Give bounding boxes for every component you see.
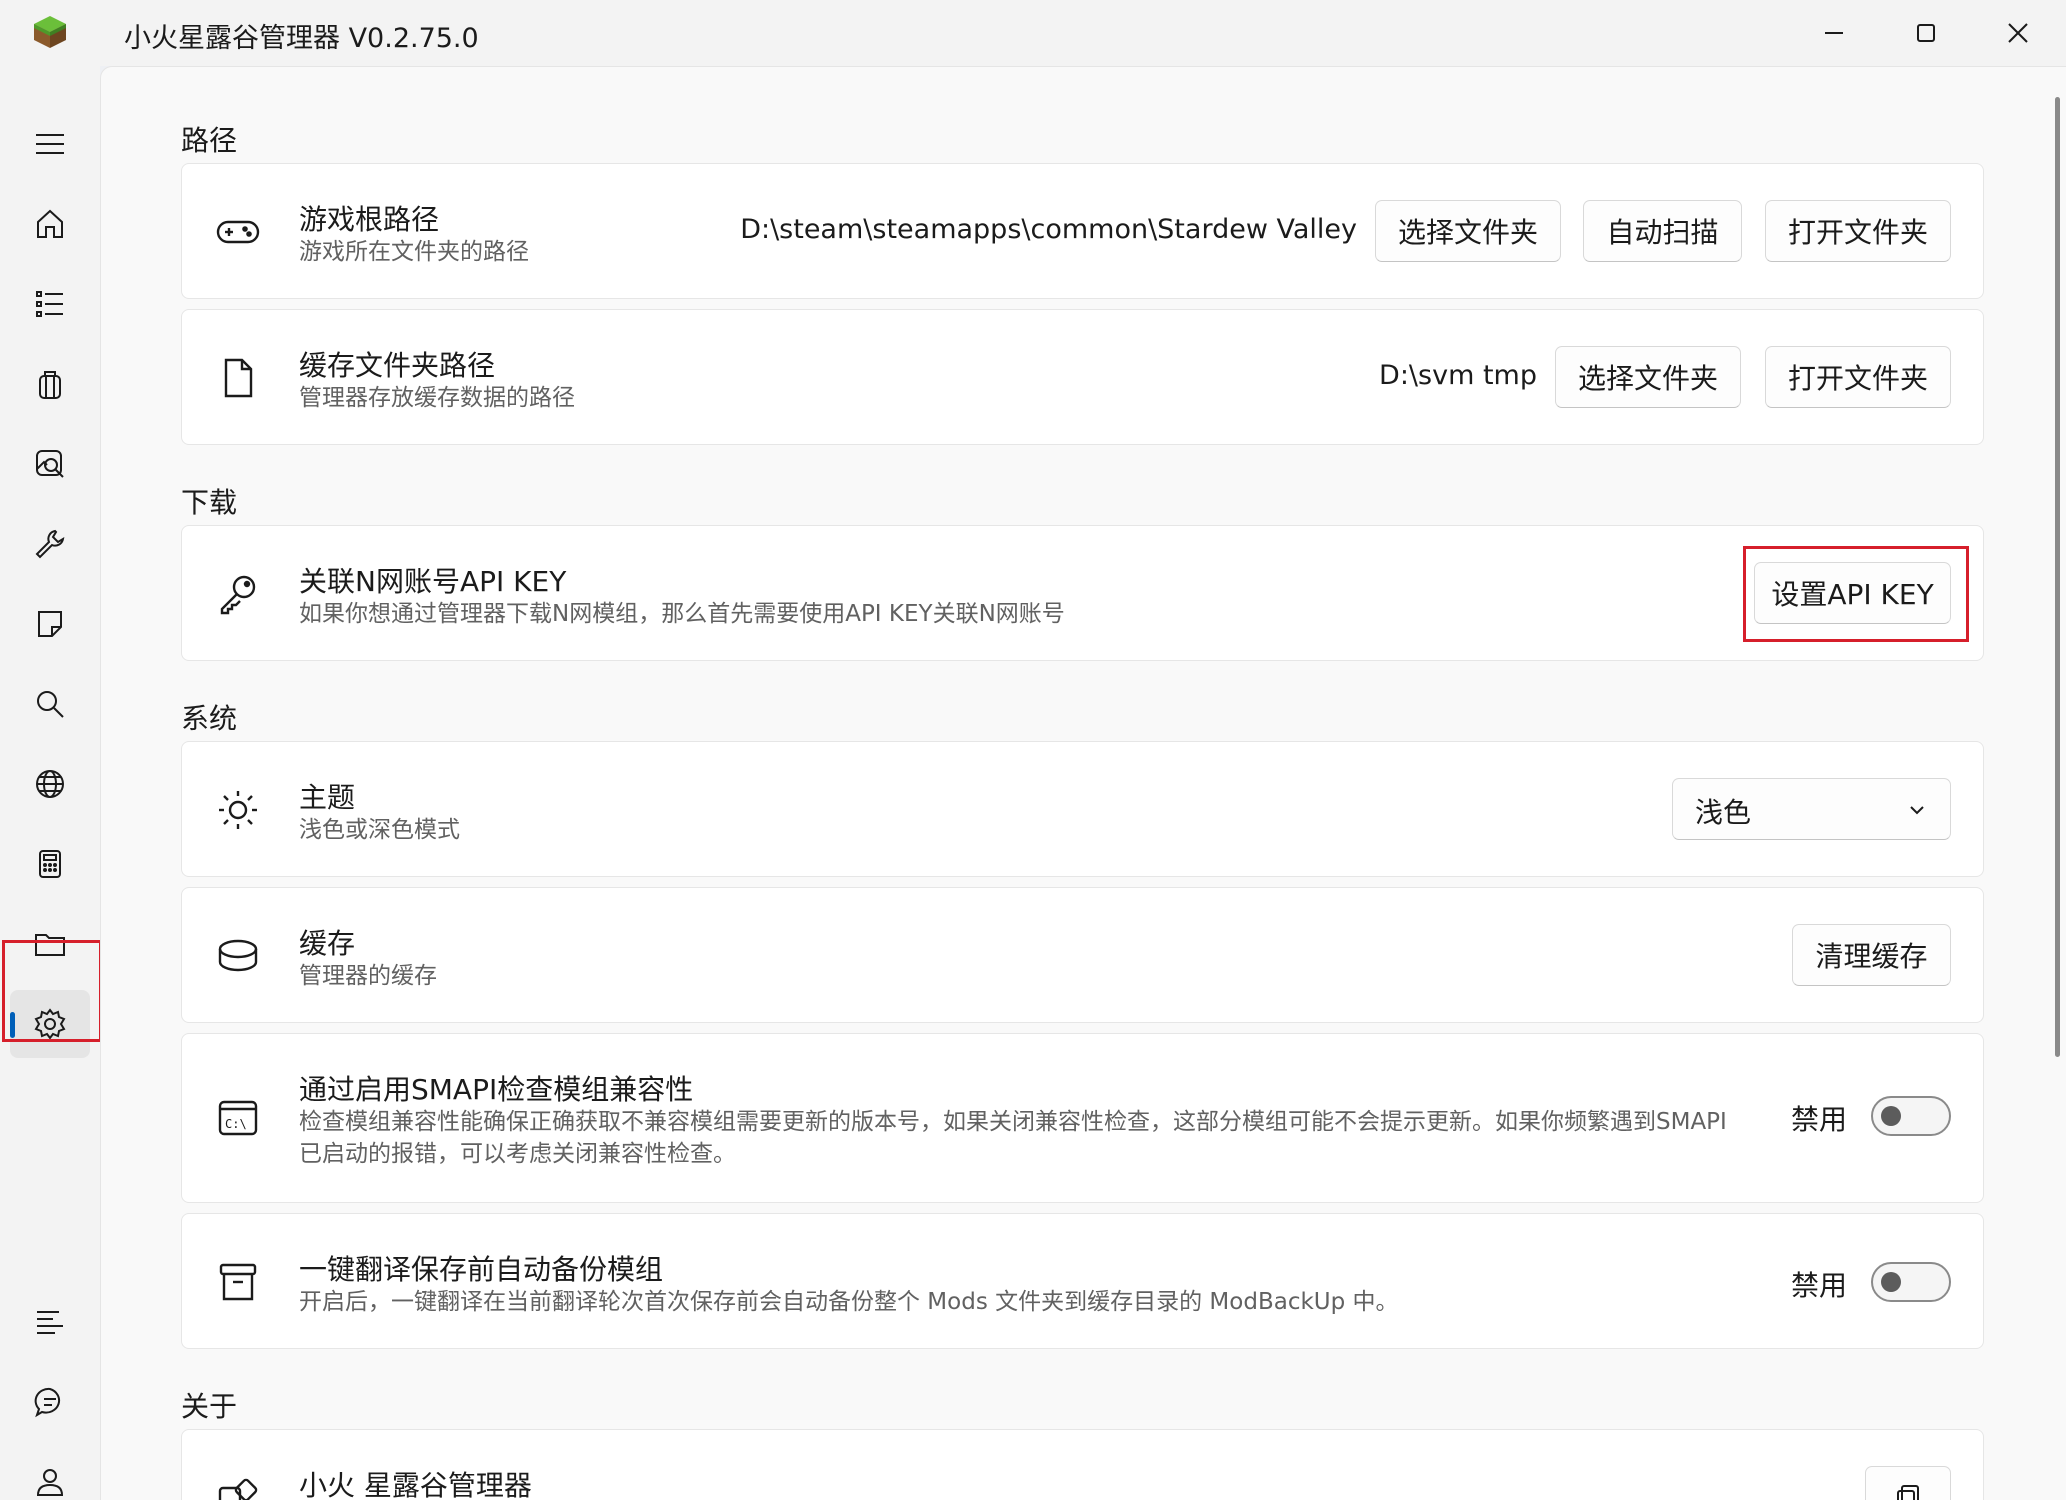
card-title: 主题: [299, 781, 356, 814]
game-root-path-value: D:\steam\steamapps\common\Stardew Valley: [740, 214, 1357, 245]
sidebar-menu-toggle[interactable]: [10, 110, 90, 178]
sidebar-item-search[interactable]: [10, 670, 90, 738]
close-icon: [2008, 23, 2028, 43]
card-api-key: 关联N网账号API KEY 如果你想通过管理器下载N网模组，那么首先需要使用AP…: [181, 525, 1984, 661]
close-button[interactable]: [1972, 0, 2064, 66]
card-cache-folder-path: 缓存文件夹路径 管理器存放缓存数据的路径 D:\svm tmp 选择文件夹 打开…: [181, 309, 1984, 445]
chat-icon: [34, 1387, 61, 1418]
theme-dropdown[interactable]: 浅色: [1672, 778, 1951, 840]
card-description: 管理器存放缓存数据的路径: [299, 385, 575, 411]
card-description: 检查模组兼容性能确保正确获取不兼容模组需要更新的版本号，如果关闭兼容性检查，这部…: [299, 1109, 1727, 1167]
home-icon: [37, 209, 63, 238]
toggle-knob: [1881, 1106, 1901, 1126]
settings-highlight-box: [2, 940, 102, 1042]
select-folder-button[interactable]: 选择文件夹: [1555, 346, 1741, 408]
search-icon: [37, 691, 64, 718]
card-title: 缓存文件夹路径: [299, 349, 496, 382]
section-title-download: 下载: [181, 486, 238, 519]
sidebar-item-home[interactable]: [10, 190, 90, 258]
section-title-system: 系统: [181, 702, 238, 735]
card-title: 通过启用SMAPI检查模组兼容性: [299, 1073, 694, 1106]
gamepad-icon: [216, 220, 260, 244]
file-icon: [224, 358, 253, 398]
backpack-icon: [39, 371, 61, 399]
list-icon: [36, 291, 63, 317]
sidebar: [0, 66, 102, 1500]
card-description: 如果你想通过管理器下载N网模组，那么首先需要使用API KEY关联N网账号: [299, 601, 1065, 627]
clear-cache-button[interactable]: 清理缓存: [1792, 924, 1951, 986]
scrollbar[interactable]: [2055, 97, 2060, 1057]
theme-selected-value: 浅色: [1695, 796, 1752, 829]
maximize-button[interactable]: [1880, 0, 1972, 66]
card-game-root-path: 游戏根路径 游戏所在文件夹的路径 D:\steam\steamapps\comm…: [181, 163, 1984, 299]
api-key-highlight-box: [1743, 546, 1969, 642]
toggle-state-label: 禁用: [1791, 1103, 1848, 1136]
sidebar-item-backpack[interactable]: [10, 350, 90, 418]
minimize-button[interactable]: [1788, 0, 1880, 66]
sun-icon: [219, 791, 257, 829]
card-description: 浅色或深色模式: [299, 817, 460, 843]
minimize-icon: [1825, 32, 1843, 34]
toggle-knob: [1881, 1272, 1901, 1292]
card-description: 开启后，一键翻译在当前翻译轮次首次保存前会自动备份整个 Mods 文件夹到缓存目…: [299, 1289, 1399, 1315]
sidebar-item-tools[interactable]: [10, 510, 90, 578]
maximize-icon: [1917, 24, 1935, 42]
app-badge-icon: [218, 1478, 258, 1500]
select-folder-button[interactable]: 选择文件夹: [1375, 200, 1561, 262]
card-title: 关联N网账号API KEY: [299, 565, 567, 598]
auto-scan-button[interactable]: 自动扫描: [1583, 200, 1742, 262]
sidebar-item-list[interactable]: [10, 270, 90, 338]
copy-icon: [1897, 1485, 1919, 1500]
sidebar-item-log[interactable]: [10, 1288, 90, 1356]
log-list-icon: [37, 1311, 63, 1334]
cache-folder-path-value: D:\svm tmp: [1379, 360, 1537, 391]
menu-icon: [36, 134, 64, 154]
card-description: 游戏所在文件夹的路径: [299, 239, 529, 265]
card-cache: 缓存 管理器的缓存 清理缓存: [181, 887, 1984, 1023]
card-about-app: 小火 星露谷管理器: [181, 1429, 1984, 1500]
database-icon: [218, 939, 258, 972]
sidebar-item-globe[interactable]: [10, 750, 90, 818]
svg-text:C:\: C:\: [225, 1117, 247, 1131]
archive-icon: [219, 1263, 257, 1301]
sidebar-item-image-search[interactable]: [10, 430, 90, 498]
sidebar-item-calculator[interactable]: [10, 830, 90, 898]
title-bar: 小火星露谷管理器 V0.2.75.0: [0, 0, 2066, 66]
sidebar-item-account[interactable]: [10, 1448, 90, 1500]
settings-page: 路径 游戏根路径 游戏所在文件夹的路径 D:\steam\steamapps\c…: [100, 66, 2066, 1500]
chevron-down-icon: [1910, 806, 1924, 815]
sidebar-item-feedback[interactable]: [10, 1368, 90, 1436]
user-icon: [36, 1469, 64, 1496]
window-title: 小火星露谷管理器 V0.2.75.0: [124, 23, 479, 54]
section-title-path: 路径: [181, 124, 238, 157]
app-logo-icon: [34, 16, 66, 48]
card-description: 管理器的缓存: [299, 963, 437, 989]
toggle-state-label: 禁用: [1791, 1269, 1848, 1302]
open-folder-button[interactable]: 打开文件夹: [1765, 200, 1951, 262]
globe-icon: [36, 770, 64, 798]
image-search-icon: [36, 450, 64, 478]
card-title: 一键翻译保存前自动备份模组: [299, 1253, 664, 1286]
key-icon: [220, 575, 256, 615]
auto-backup-toggle[interactable]: [1871, 1262, 1951, 1302]
sidebar-item-notes[interactable]: [10, 590, 90, 658]
calculator-icon: [39, 850, 61, 878]
card-smapi-compat: C:\ 通过启用SMAPI检查模组兼容性 检查模组兼容性能确保正确获取不兼容模组…: [181, 1033, 1984, 1203]
smapi-compat-toggle[interactable]: [1871, 1096, 1951, 1136]
copy-button[interactable]: [1865, 1466, 1951, 1500]
card-auto-backup: 一键翻译保存前自动备份模组 开启后，一键翻译在当前翻译轮次首次保存前会自动备份整…: [181, 1213, 1984, 1349]
wrench-icon: [35, 529, 65, 559]
note-icon: [38, 611, 62, 637]
command-prompt-icon: C:\: [218, 1100, 258, 1136]
card-theme: 主题 浅色或深色模式 浅色: [181, 741, 1984, 877]
open-folder-button[interactable]: 打开文件夹: [1765, 346, 1951, 408]
section-title-about: 关于: [181, 1390, 238, 1423]
card-title: 小火 星露谷管理器: [299, 1469, 532, 1500]
card-title: 缓存: [299, 927, 356, 960]
card-title: 游戏根路径: [299, 203, 440, 236]
